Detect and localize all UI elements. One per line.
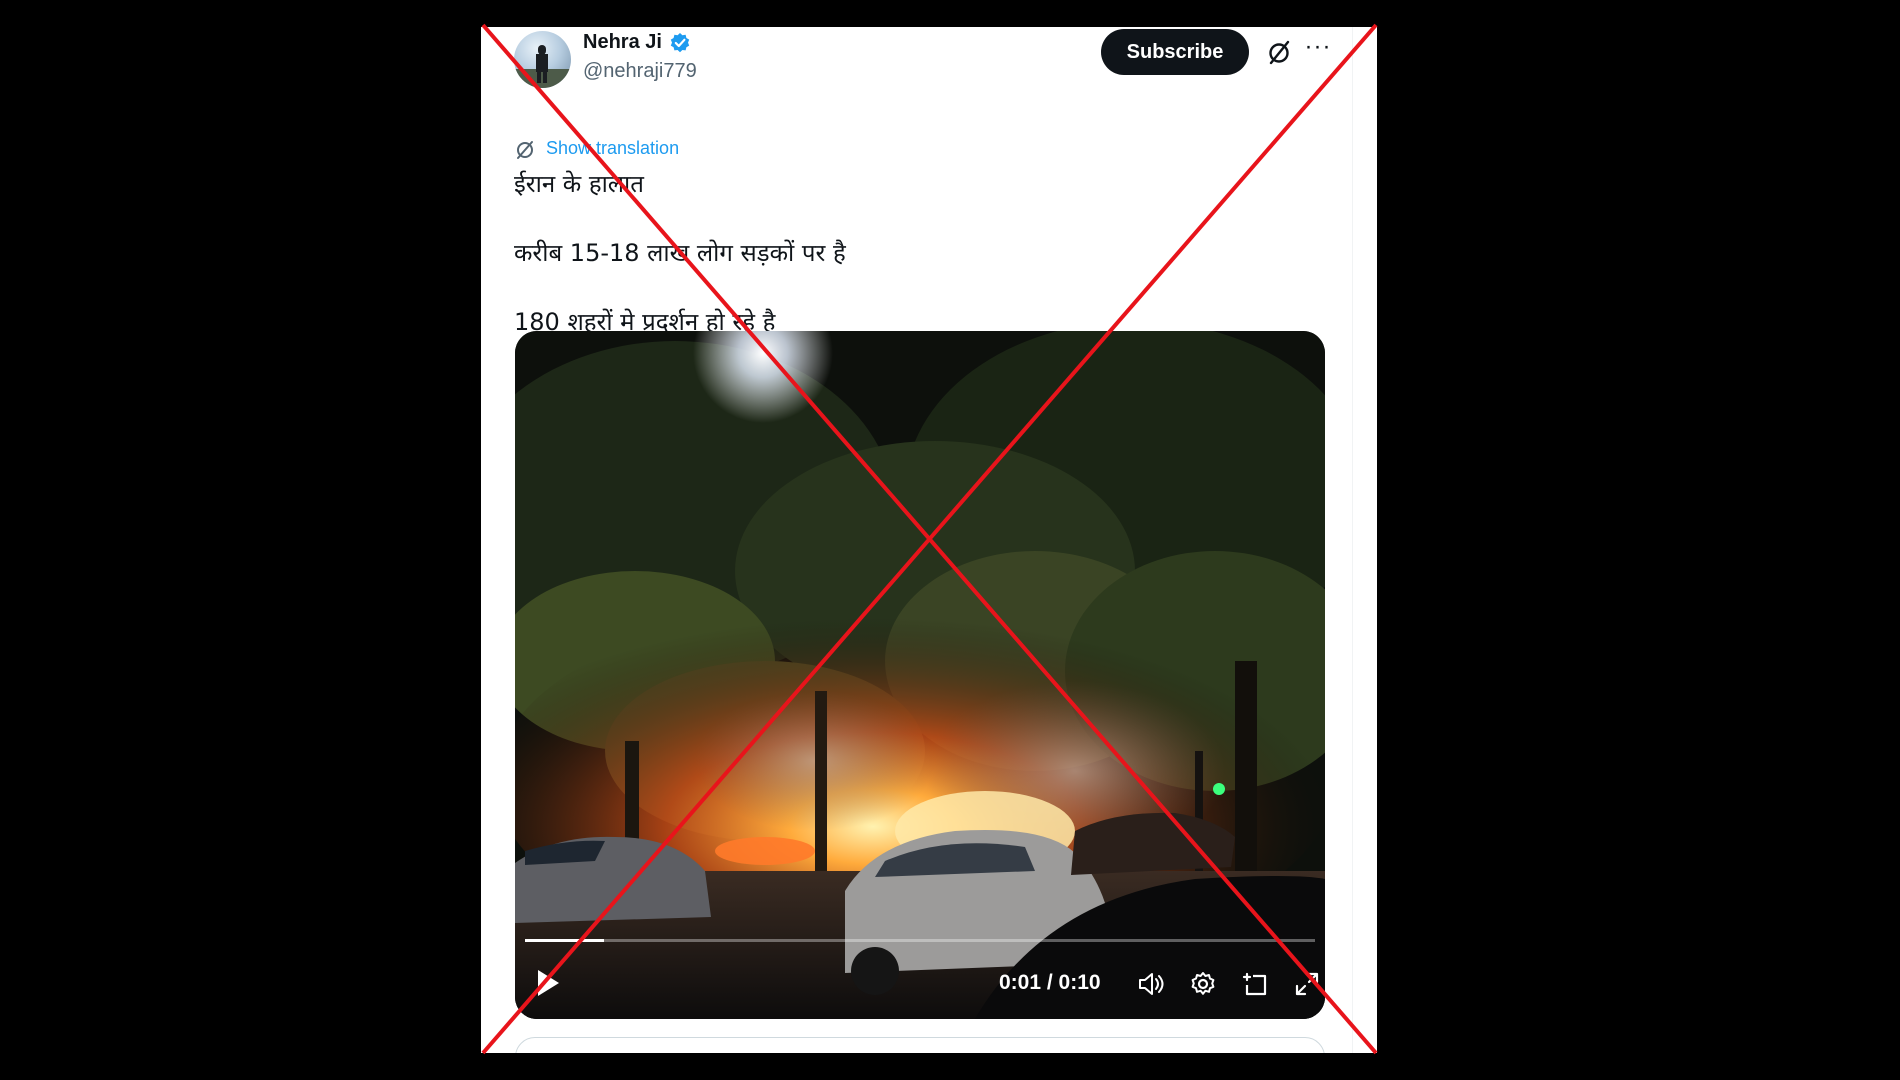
fullscreen-icon[interactable] bbox=[1293, 970, 1321, 998]
tweet-text-line: करीब 15-18 लाख लोग सड़कों पर है bbox=[514, 239, 846, 267]
video-frame bbox=[515, 331, 1325, 1019]
tweet-text-line: ईरान के हालात bbox=[514, 170, 644, 198]
tweet-card-bottom-edge bbox=[515, 1037, 1325, 1053]
translate-icon bbox=[517, 141, 533, 159]
video-player[interactable]: 0:01 / 0:10 bbox=[515, 331, 1325, 1019]
pip-icon[interactable] bbox=[1241, 970, 1269, 998]
volume-icon[interactable] bbox=[1137, 970, 1165, 998]
video-progress-bar[interactable] bbox=[525, 939, 1315, 942]
video-progress-fill bbox=[525, 939, 604, 942]
play-icon[interactable] bbox=[533, 967, 563, 999]
tweet-screenshot: Nehra Ji @nehraji779 Subscribe ··· Show … bbox=[481, 27, 1377, 1053]
right-gutter bbox=[1352, 27, 1377, 1053]
show-translation-link[interactable]: Show translation bbox=[546, 138, 679, 159]
grok-icon[interactable] bbox=[1265, 39, 1293, 67]
display-name[interactable]: Nehra Ji bbox=[583, 31, 662, 54]
tweet-card: Nehra Ji @nehraji779 Subscribe ··· Show … bbox=[481, 27, 1353, 1053]
verified-badge-icon bbox=[670, 33, 690, 53]
settings-icon[interactable] bbox=[1189, 970, 1217, 998]
user-handle[interactable]: @nehraji779 bbox=[583, 60, 697, 83]
avatar[interactable] bbox=[514, 31, 571, 88]
more-icon[interactable]: ··· bbox=[1303, 35, 1333, 66]
subscribe-button[interactable]: Subscribe bbox=[1101, 29, 1249, 75]
video-time: 0:01 / 0:10 bbox=[999, 971, 1101, 994]
